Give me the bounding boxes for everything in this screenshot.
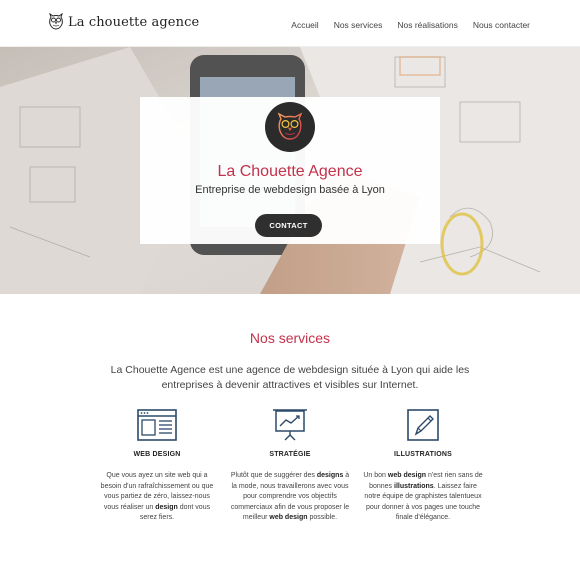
nav-nos-realisations[interactable]: Nos réalisations [397,20,457,30]
nav-nos-services[interactable]: Nos services [334,20,383,30]
service-illustrations: ILLUSTRATIONS Un bon web design n'est ri… [358,408,488,524]
service-title: WEB DESIGN [133,451,181,458]
nav-accueil[interactable]: Accueil [291,20,318,30]
service-text: Plutôt que de suggérer des designs à la … [230,472,350,522]
services-title: Nos services [249,330,331,346]
nav-nous-contacter[interactable]: Nous contacter [473,20,530,30]
service-strategie: STRATÉGIE Plutôt que de suggérer des des… [225,408,355,524]
hero-subtitle: Entreprise de webdesign basée à Lyon [195,184,385,196]
owl-logo-icon [49,13,63,30]
service-text: Que vous ayez un site web qui a besoin d… [100,472,214,522]
main-nav: Accueil Nos services Nos réalisations No… [291,20,530,30]
service-title: ILLUSTRATIONS [393,451,453,458]
contact-button[interactable]: CONTACT [255,214,322,237]
hero-card: La Chouette Agence Entreprise de webdesi… [140,97,440,244]
strategy-chart-icon [273,409,307,441]
web-design-icon [137,409,177,441]
owl-logo-icon [277,112,303,140]
site-header: La chouette agence Accueil Nos services … [0,0,580,47]
service-web-design: WEB DESIGN Que vous ayez un site web qui… [92,408,222,524]
logo-text: La chouette agence [68,14,200,30]
service-text: Un bon web design n'est rien sans de bon… [363,472,483,522]
service-title: STRATÉGIE [269,451,311,458]
pencil-illustration-icon [407,409,439,441]
hero-section: La Chouette Agence Entreprise de webdesi… [0,47,580,294]
logo[interactable]: La chouette agence [48,13,199,31]
services-intro: La Chouette Agence est une agence de web… [110,364,470,391]
hero-title: La Chouette Agence [217,163,363,180]
owl-badge [265,102,315,152]
